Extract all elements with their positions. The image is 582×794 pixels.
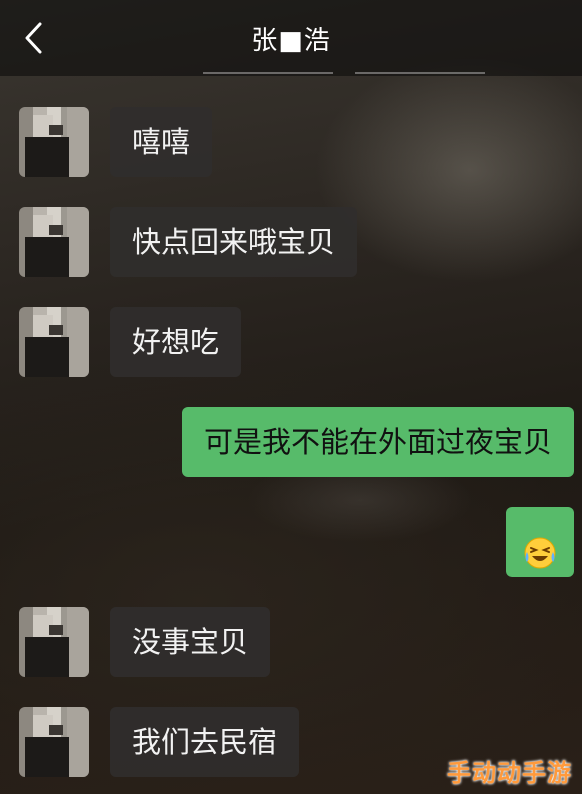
avatar[interactable] (19, 107, 89, 177)
message-bubble-incoming[interactable]: 我们去民宿 (110, 707, 300, 777)
message-bubble-incoming[interactable]: 快点回来哦宝贝 (110, 207, 358, 277)
avatar[interactable] (19, 307, 89, 377)
message-bubble-incoming[interactable]: 嘻嘻 (110, 107, 213, 177)
avatar[interactable] (19, 607, 89, 677)
avatar[interactable] (19, 707, 89, 777)
message-row: 嘻嘻 (0, 107, 582, 177)
header-divider-right (355, 72, 485, 74)
crying-laughing-emoji-icon (523, 525, 557, 569)
message-bubble-incoming[interactable]: 没事宝贝 (110, 607, 271, 677)
message-row: 快点回来哦宝贝 (0, 207, 582, 277)
chat-title: 张■浩 (251, 26, 331, 56)
site-watermark: 手动动手游 (447, 759, 572, 787)
avatar[interactable] (19, 207, 89, 277)
message-bubble-incoming[interactable]: 好想吃 (110, 307, 242, 377)
header-divider-left (203, 72, 333, 74)
message-bubble-outgoing[interactable] (506, 507, 574, 577)
message-bubble-outgoing[interactable]: 可是我不能在外面过夜宝贝 (181, 407, 574, 477)
message-row: 好想吃 (0, 307, 582, 377)
chat-header: 张■浩 (0, 0, 582, 76)
message-row (0, 507, 582, 577)
message-row: 没事宝贝 (0, 607, 582, 677)
message-row: 可是我不能在外面过夜宝贝 (0, 407, 582, 477)
